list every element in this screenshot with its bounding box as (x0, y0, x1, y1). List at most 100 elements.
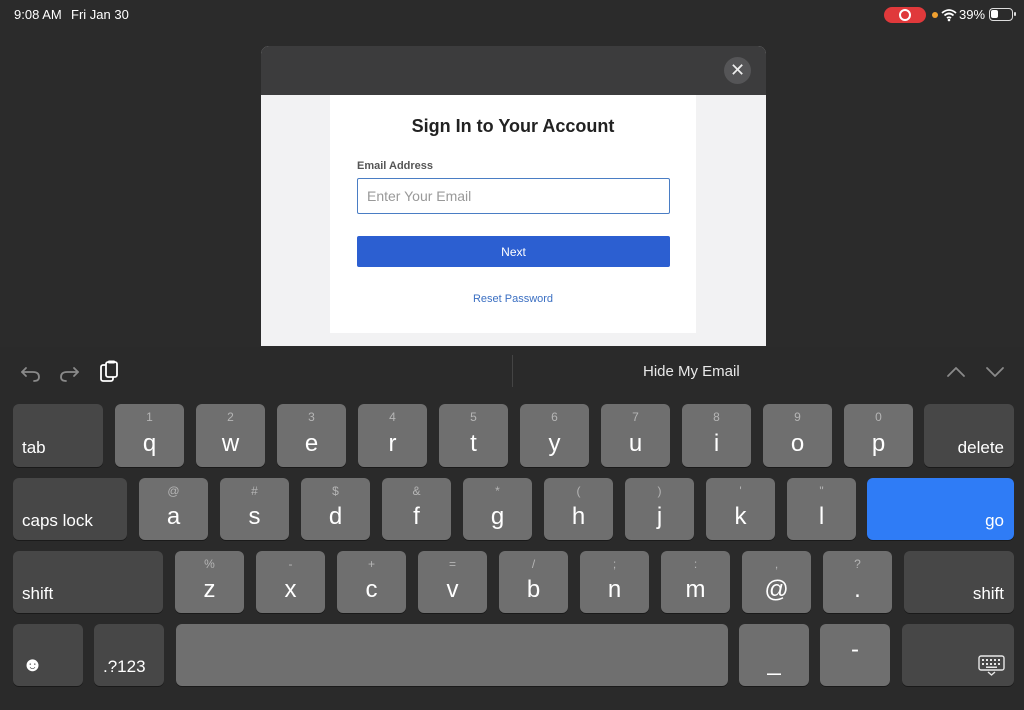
key-a[interactable]: @ a (139, 478, 208, 540)
key-d[interactable]: $ d (301, 478, 370, 540)
key-v[interactable]: = v (418, 551, 487, 613)
key-alt-label: 2 (227, 410, 234, 424)
go-key[interactable]: go (867, 478, 1014, 540)
key-alt-label: " (819, 484, 824, 498)
key-main-label: i (713, 430, 720, 457)
key-at[interactable]: , @ (742, 551, 811, 613)
chevron-up-icon[interactable] (943, 359, 969, 385)
caps-lock-key[interactable]: caps lock (13, 478, 127, 540)
key-j[interactable]: ) j (625, 478, 694, 540)
key-main-label: c (365, 576, 378, 603)
dash-key[interactable]: - (820, 624, 890, 686)
underscore-key[interactable]: _ (739, 624, 809, 686)
tab-key[interactable]: tab (13, 404, 103, 467)
right-shift-key[interactable]: shift (904, 551, 1014, 613)
redo-icon[interactable] (56, 359, 82, 385)
key-e[interactable]: 3e (277, 404, 346, 467)
key-alt-label: : (693, 557, 698, 571)
key-alt-label: 3 (308, 410, 315, 424)
page-title: Sign In to Your Account (411, 116, 615, 136)
emoji-key[interactable]: ☻ (13, 624, 83, 686)
key-main-label: o (790, 430, 805, 457)
battery-icon (989, 8, 1016, 21)
left-shift-key[interactable]: shift (13, 551, 163, 613)
on-screen-keyboard: Hide My Email tab 1q2w3e4r5t6y7u8i9o0p d… (0, 347, 1024, 710)
delete-key-label: delete (957, 438, 1004, 457)
key-q[interactable]: 1q (115, 404, 184, 467)
modal-header: ✕ (261, 46, 766, 95)
key-alt-label: 8 (713, 410, 720, 424)
key-f[interactable]: & f (382, 478, 451, 540)
next-button[interactable]: Next (357, 236, 670, 267)
key-period[interactable]: ?. (823, 551, 892, 613)
key-k[interactable]: ' k (706, 478, 775, 540)
key-alt-label: = (448, 557, 456, 571)
screen-recording-icon[interactable] (884, 7, 926, 23)
key-main-label: x (284, 576, 297, 603)
key-alt-label: 4 (389, 410, 396, 424)
key-alt-label: 7 (632, 410, 639, 424)
key-g[interactable]: * g (463, 478, 532, 540)
reset-password-link[interactable]: Reset Password (330, 293, 696, 305)
key-main-label: s (248, 503, 261, 530)
key-main-label: a (166, 503, 181, 530)
key-main-label: e (304, 430, 319, 457)
chevron-down-icon[interactable] (982, 359, 1008, 385)
dismiss-keyboard-key[interactable] (902, 624, 1014, 686)
key-alt-label: ( (576, 484, 581, 498)
key-h[interactable]: (h (544, 478, 613, 540)
key-l[interactable]: " l (787, 478, 856, 540)
sign-in-modal: ✕ Sign In to Your Account Email Address … (261, 46, 766, 346)
key-main-label: q (142, 430, 157, 457)
key-main-label: . (854, 576, 861, 603)
sign-in-card: Sign In to Your Account Email Address Ne… (330, 95, 696, 333)
key-s[interactable]: # s (220, 478, 289, 540)
key-alt-label: * (495, 484, 500, 498)
emoji-icon: ☻ (22, 654, 44, 676)
key-w[interactable]: 2w (196, 404, 265, 467)
key-alt-label: % (204, 557, 215, 571)
undo-icon[interactable] (18, 359, 44, 385)
key-alt-label: - (288, 557, 293, 571)
status-bar: 9:08 AM Fri Jan 30 39% (0, 0, 1024, 30)
tab-key-label: tab (22, 438, 46, 457)
key-c[interactable]: + c (337, 551, 406, 613)
key-y[interactable]: 6y (520, 404, 589, 467)
key-n[interactable]: ; n (580, 551, 649, 613)
key-main-label: m (685, 576, 706, 603)
key-b[interactable]: / b (499, 551, 568, 613)
numbers-key[interactable]: .?123 (94, 624, 164, 686)
left-shift-key-label: shift (22, 584, 54, 603)
key-alt-label: 9 (794, 410, 801, 424)
dash-key-label: - (851, 636, 859, 663)
key-alt-label: # (251, 484, 258, 498)
space-bar[interactable] (176, 624, 728, 686)
delete-key[interactable]: delete (924, 404, 1014, 467)
battery-percentage: 39% (959, 7, 986, 22)
key-p[interactable]: 0p (844, 404, 913, 467)
email-field[interactable] (357, 178, 670, 214)
key-i[interactable]: 8i (682, 404, 751, 467)
key-m[interactable]: :m (661, 551, 730, 613)
key-r[interactable]: 4r (358, 404, 427, 467)
key-main-label: n (607, 576, 622, 603)
key-o[interactable]: 9o (763, 404, 832, 467)
hide-my-email-button[interactable]: Hide My Email (643, 363, 740, 380)
key-x[interactable]: -x (256, 551, 325, 613)
key-main-label: b (526, 576, 541, 603)
key-alt-label: $ (332, 484, 339, 498)
key-u[interactable]: 7u (601, 404, 670, 467)
key-alt-label: 0 (875, 410, 882, 424)
key-alt-label: / (531, 557, 536, 571)
close-button[interactable]: ✕ (724, 57, 751, 84)
key-main-label: k (734, 503, 747, 530)
email-label: Email Address (357, 160, 434, 172)
go-key-label: go (985, 511, 1004, 530)
key-alt-label: ; (612, 557, 617, 571)
toolbar-divider (512, 355, 513, 387)
paste-icon[interactable] (96, 359, 122, 385)
key-main-label: v (446, 576, 459, 603)
key-z[interactable]: % z (175, 551, 244, 613)
key-t[interactable]: 5t (439, 404, 508, 467)
key-main-label: j (656, 503, 663, 530)
